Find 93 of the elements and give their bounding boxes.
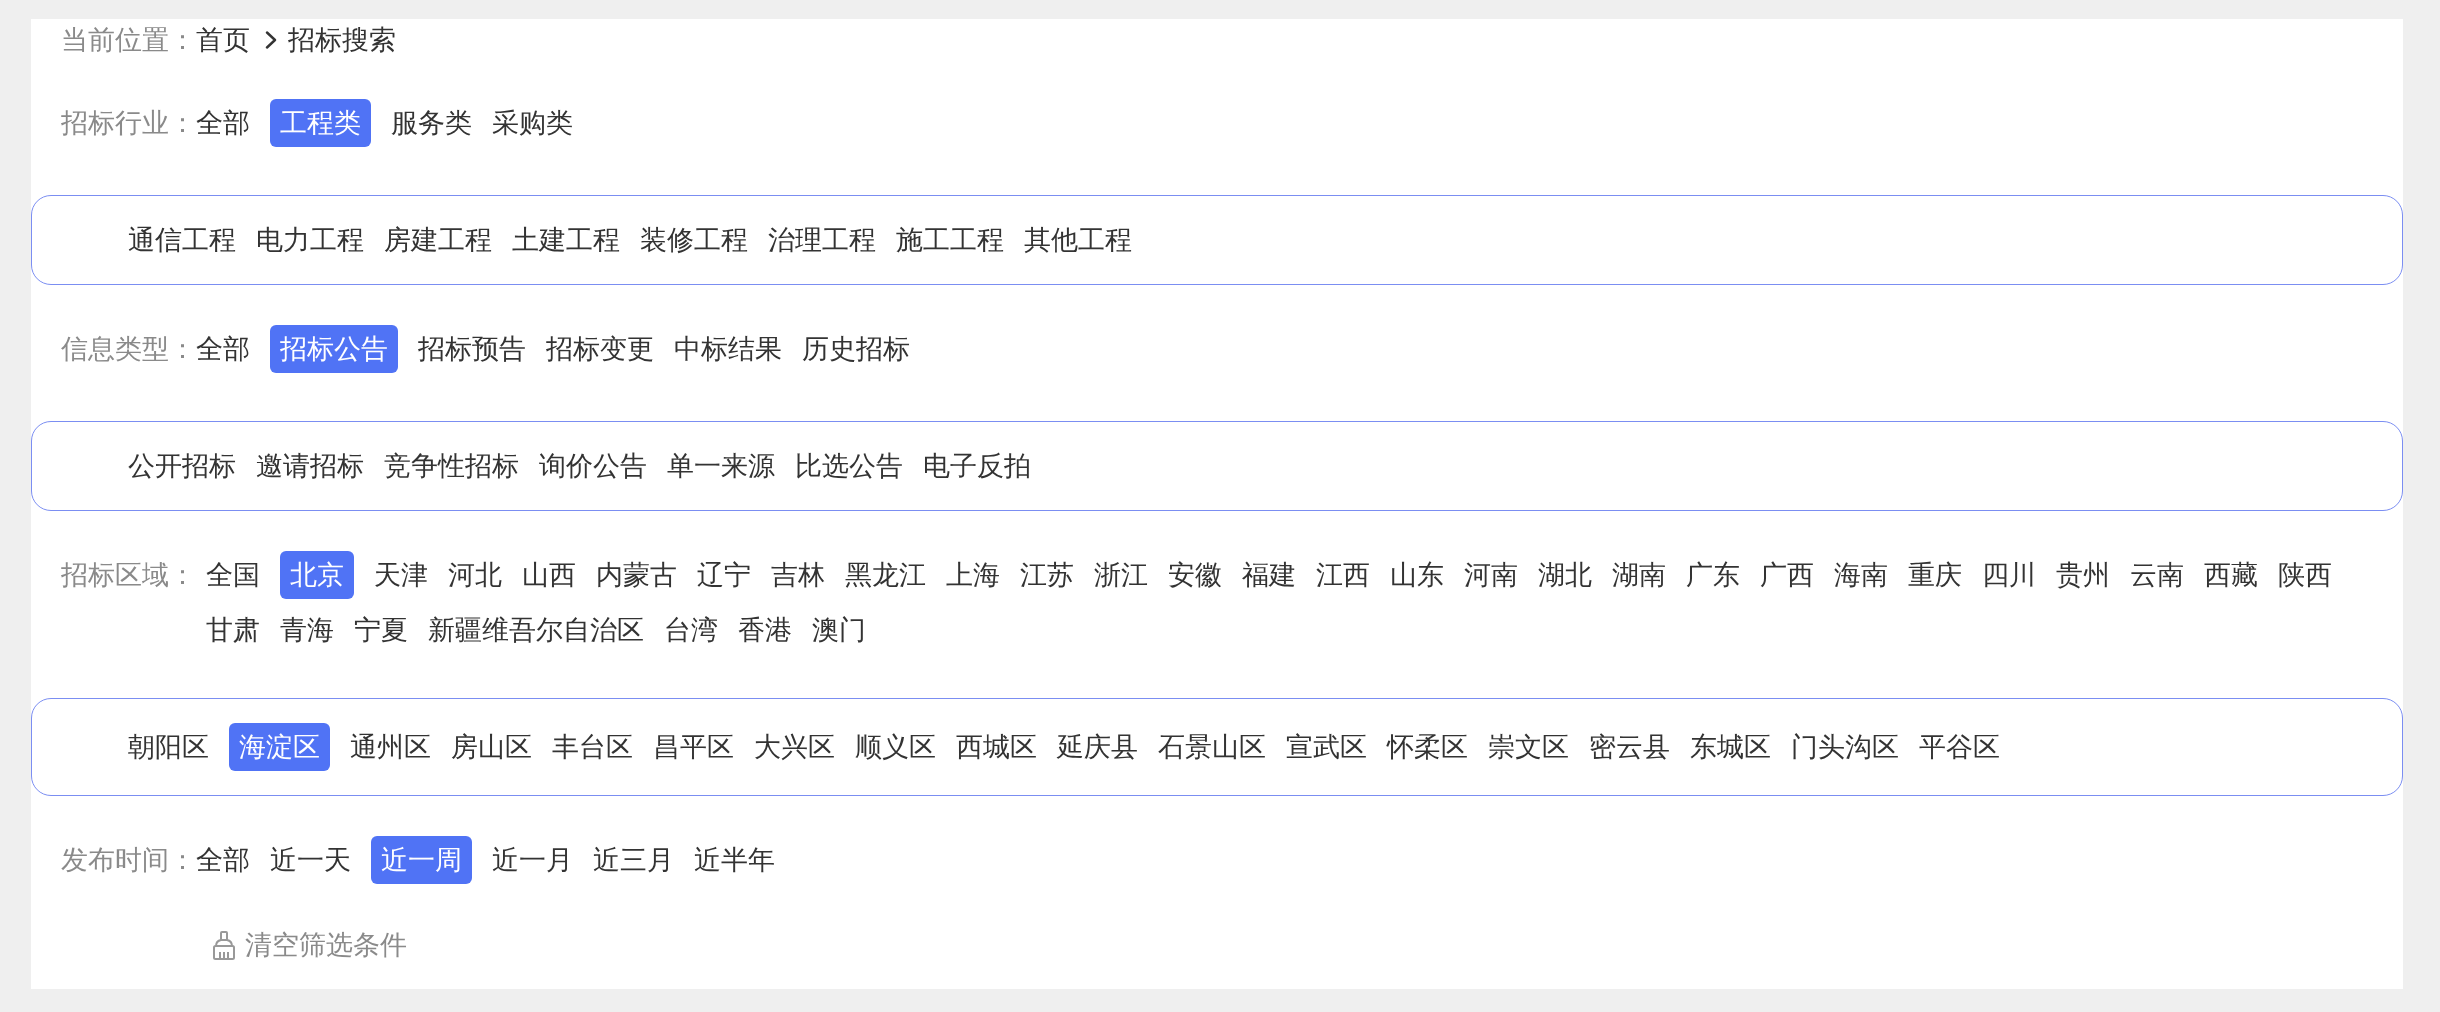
- filter-option[interactable]: 安徽: [1168, 555, 1222, 595]
- filter-option[interactable]: 江苏: [1020, 555, 1074, 595]
- filter-option[interactable]: 施工工程: [896, 220, 1004, 260]
- filter-option[interactable]: 通州区: [350, 727, 431, 767]
- filter-option[interactable]: 宣武区: [1286, 727, 1367, 767]
- filter-option[interactable]: 甘肃: [206, 610, 260, 650]
- filter-option[interactable]: 天津: [374, 555, 428, 595]
- filter-option[interactable]: 湖北: [1538, 555, 1592, 595]
- filter-option[interactable]: 浙江: [1094, 555, 1148, 595]
- filter-option[interactable]: 治理工程: [768, 220, 876, 260]
- filter-option[interactable]: 招标变更: [546, 329, 654, 369]
- filter-option[interactable]: 公开招标: [128, 446, 236, 486]
- filter-option[interactable]: 朝阳区: [128, 727, 209, 767]
- filter-option[interactable]: 河南: [1464, 555, 1518, 595]
- filter-option[interactable]: 云南: [2130, 555, 2184, 595]
- filter-option[interactable]: 竞争性招标: [384, 446, 519, 486]
- filter-option[interactable]: 台湾: [664, 610, 718, 650]
- filter-option[interactable]: 延庆县: [1057, 727, 1138, 767]
- filter-option[interactable]: 内蒙古: [596, 555, 677, 595]
- filter-label: 招标行业：: [61, 107, 196, 140]
- filter-option[interactable]: 福建: [1242, 555, 1296, 595]
- filter-option[interactable]: 江西: [1316, 555, 1370, 595]
- filter-option[interactable]: 吉林: [771, 555, 825, 595]
- filter-option[interactable]: 贵州: [2056, 555, 2110, 595]
- filter-option[interactable]: 全部: [196, 329, 250, 369]
- filter-option[interactable]: 近一天: [270, 840, 351, 880]
- filter-option[interactable]: 北京: [280, 551, 354, 599]
- filter-option[interactable]: 近一周: [371, 836, 472, 884]
- breadcrumb-current: 招标搜索: [288, 24, 396, 57]
- filter-option[interactable]: 四川: [1982, 555, 2036, 595]
- breadcrumb-link[interactable]: 首页: [196, 19, 250, 61]
- filter-option[interactable]: 辽宁: [697, 555, 751, 595]
- filter-option[interactable]: 中标结果: [674, 329, 782, 369]
- broom-icon: [212, 930, 236, 960]
- filter-option[interactable]: 广东: [1686, 555, 1740, 595]
- filter-option[interactable]: 怀柔区: [1387, 727, 1468, 767]
- filter-option[interactable]: 大兴区: [754, 727, 835, 767]
- filter-option[interactable]: 招标预告: [418, 329, 526, 369]
- filter-option[interactable]: 门头沟区: [1791, 727, 1899, 767]
- filter-option[interactable]: 邀请招标: [256, 446, 364, 486]
- filter-option[interactable]: 服务类: [391, 103, 472, 143]
- filter-option[interactable]: 山西: [522, 555, 576, 595]
- filter-option[interactable]: 昌平区: [653, 727, 734, 767]
- filter-option[interactable]: 土建工程: [512, 220, 620, 260]
- filter-option[interactable]: 平谷区: [1919, 727, 2000, 767]
- filter-option[interactable]: 石景山区: [1158, 727, 1266, 767]
- filter-option[interactable]: 顺义区: [855, 727, 936, 767]
- filter-option[interactable]: 比选公告: [795, 446, 903, 486]
- filter-option[interactable]: 丰台区: [552, 727, 633, 767]
- chevron-right-icon: [265, 31, 277, 49]
- filter-option[interactable]: 黑龙江: [845, 555, 926, 595]
- filter-option[interactable]: 电力工程: [256, 220, 364, 260]
- filter-option[interactable]: 密云县: [1589, 727, 1670, 767]
- filter-option[interactable]: 东城区: [1690, 727, 1771, 767]
- filter-option[interactable]: 装修工程: [640, 220, 748, 260]
- filter-option[interactable]: 近三月: [593, 840, 674, 880]
- filter-option[interactable]: 房建工程: [384, 220, 492, 260]
- filter-label: 信息类型：: [61, 333, 196, 366]
- filter-option[interactable]: 单一来源: [667, 446, 775, 486]
- filter-label: 招标区域：: [61, 559, 196, 592]
- filter-option[interactable]: 陕西: [2278, 555, 2332, 595]
- filter-option[interactable]: 广西: [1760, 555, 1814, 595]
- filter-option[interactable]: 全部: [196, 840, 250, 880]
- filter-option[interactable]: 电子反拍: [923, 446, 1031, 486]
- filter-option[interactable]: 重庆: [1908, 555, 1962, 595]
- filter-option[interactable]: 询价公告: [539, 446, 647, 486]
- filter-option[interactable]: 招标公告: [270, 325, 398, 373]
- filter-option[interactable]: 海南: [1834, 555, 1888, 595]
- filter-option[interactable]: 宁夏: [354, 610, 408, 650]
- filter-option[interactable]: 海淀区: [229, 723, 330, 771]
- filter-option[interactable]: 上海: [946, 555, 1000, 595]
- filter-option[interactable]: 青海: [280, 610, 334, 650]
- filter-option[interactable]: 通信工程: [128, 220, 236, 260]
- filter-option[interactable]: 新疆维吾尔自治区: [428, 610, 644, 650]
- filter-option[interactable]: 近一月: [492, 840, 573, 880]
- filter-option[interactable]: 香港: [738, 610, 792, 650]
- filter-option[interactable]: 近半年: [694, 840, 775, 880]
- filter-option[interactable]: 房山区: [451, 727, 532, 767]
- filter-option[interactable]: 山东: [1390, 555, 1444, 595]
- filter-option[interactable]: 湖南: [1612, 555, 1666, 595]
- filter-option[interactable]: 采购类: [492, 103, 573, 143]
- filter-option[interactable]: 澳门: [812, 610, 866, 650]
- filter-label: 发布时间：: [61, 844, 196, 877]
- filter-option[interactable]: 河北: [448, 555, 502, 595]
- filter-option[interactable]: 工程类: [270, 99, 371, 147]
- filter-option[interactable]: 历史招标: [802, 329, 910, 369]
- filter-option[interactable]: 西藏: [2204, 555, 2258, 595]
- filter-option[interactable]: 崇文区: [1488, 727, 1569, 767]
- filter-option[interactable]: 全国: [206, 555, 260, 595]
- filter-option[interactable]: 全部: [196, 103, 250, 143]
- breadcrumb-label: 当前位置：: [61, 24, 196, 57]
- filter-option[interactable]: 西城区: [956, 727, 1037, 767]
- filter-option[interactable]: 其他工程: [1024, 220, 1132, 260]
